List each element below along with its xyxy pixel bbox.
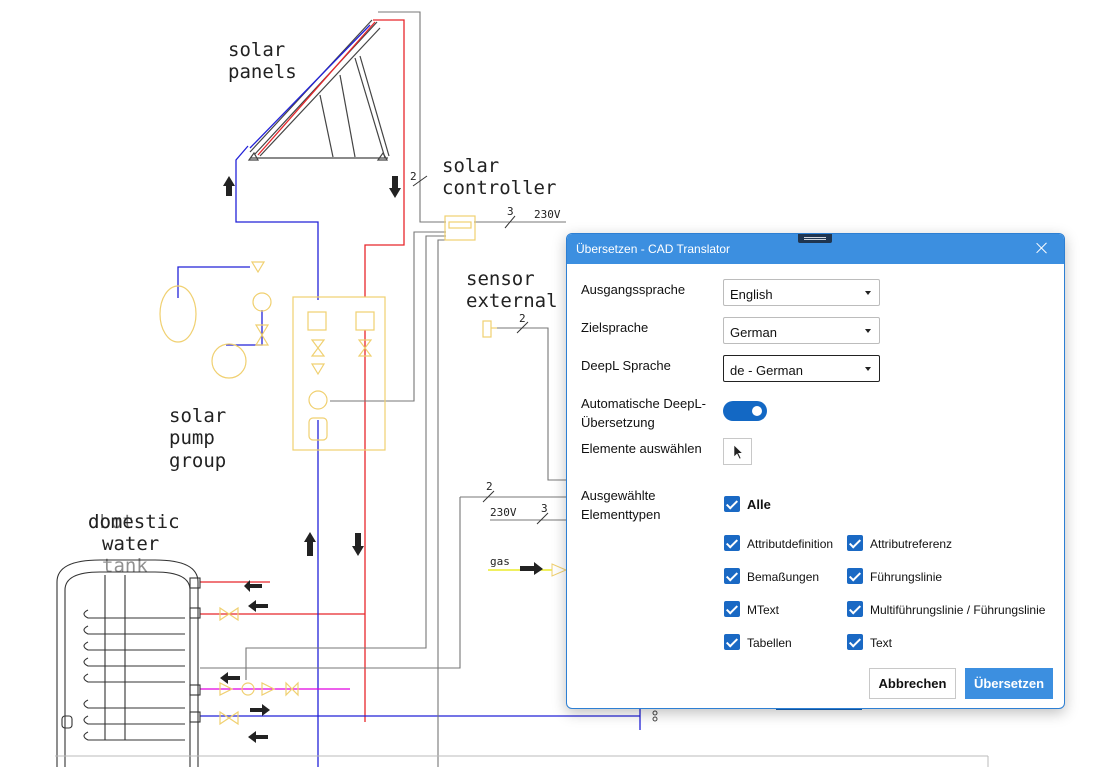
- checkbox-label: Multiführungslinie / Führungslinie: [870, 603, 1046, 617]
- external-sensor-symbol: [482, 320, 497, 338]
- deepl-language-value: de - German: [730, 363, 803, 378]
- checkbox-label: Attributreferenz: [870, 537, 953, 551]
- solar-pump-group-label-line1: solar: [169, 405, 226, 427]
- chevron-down-icon: [865, 291, 871, 295]
- source-language-label: Ausgangssprache: [581, 282, 686, 297]
- checkbox-bemassungen[interactable]: [724, 568, 740, 584]
- checkbox-label: Attributdefinition: [747, 537, 834, 551]
- checkbox-mtext[interactable]: [724, 601, 740, 617]
- cursor-arrow-icon: [733, 444, 744, 460]
- controller-wire-count: 2: [410, 170, 417, 183]
- deepl-language-label: DeepL Sprache: [581, 358, 671, 373]
- checkbox-all[interactable]: [724, 496, 740, 512]
- domestic-water-tank-label-line2: water: [102, 533, 159, 555]
- checkbox-label: MText: [747, 603, 780, 617]
- checkbox-multifuehrungslinie[interactable]: [847, 601, 863, 617]
- solar-panels-label-line1: solar: [228, 39, 285, 61]
- lower-voltage-label: 230V: [490, 506, 517, 519]
- source-language-select[interactable]: English: [723, 279, 880, 306]
- solar-pump-group-label-line2: pump: [169, 427, 215, 449]
- cad-translator-dialog: Übersetzen - CAD Translator Ausgangsspra…: [566, 233, 1065, 709]
- target-language-select[interactable]: German: [723, 317, 880, 344]
- background-fragments: [55, 708, 989, 767]
- drag-handle-icon[interactable]: [798, 234, 832, 243]
- dialog-title-bar[interactable]: Übersetzen - CAD Translator: [567, 234, 1064, 264]
- gas-label: gas: [490, 555, 510, 568]
- lower-wire-count-b: 3: [541, 502, 548, 515]
- element-types-label-line2: Elementtypen: [581, 507, 661, 522]
- sensor-external-label-line1: sensor: [466, 268, 535, 290]
- gas-valve-symbol: [551, 563, 568, 577]
- checkbox-label: Bemaßungen: [747, 570, 820, 584]
- sensor-wire-count: 2: [519, 312, 526, 325]
- domestic-water-tank-symbol: [56, 559, 201, 767]
- checkbox-attributreferenz[interactable]: [847, 535, 863, 551]
- source-language-value: English: [730, 287, 773, 302]
- checkbox-label: Führungslinie: [870, 570, 943, 584]
- supply-pipe: [200, 19, 405, 722]
- lower-wire-count-a: 2: [486, 480, 493, 493]
- select-elements-button[interactable]: [723, 438, 752, 465]
- checkbox-tabellen[interactable]: [724, 634, 740, 650]
- auto-deepl-toggle[interactable]: [723, 401, 767, 421]
- auto-deepl-label-line1: Automatische DeepL-: [581, 396, 707, 411]
- supply-voltage-label: 230V: [534, 208, 561, 221]
- overlap-label: dbot: [88, 511, 134, 533]
- flow-arrows: [220, 176, 401, 743]
- deepl-language-select[interactable]: de - German: [723, 355, 880, 382]
- target-language-label: Zielsprache: [581, 320, 649, 335]
- checkbox-text[interactable]: [847, 634, 863, 650]
- tank-valves: [219, 606, 299, 726]
- solar-pump-group-label-line3: group: [169, 450, 226, 472]
- cancel-button[interactable]: Abbrechen: [869, 668, 956, 699]
- solar-panels-label-line2: panels: [228, 61, 297, 83]
- supply-wire-count: 3: [507, 205, 514, 218]
- domestic-water-tank-label-line3: tank: [102, 555, 148, 577]
- target-language-value: German: [730, 325, 777, 340]
- sensor-external-label-line2: external: [466, 290, 558, 312]
- solar-controller-label-line1: solar: [442, 155, 499, 177]
- auto-deepl-label-line2: Übersetzung: [581, 415, 655, 430]
- checkbox-attributdefinition[interactable]: [724, 535, 740, 551]
- control-wiring: [200, 11, 566, 767]
- solar-controller-label-line2: controller: [442, 177, 556, 199]
- element-types-label-line1: Ausgewählte: [581, 488, 656, 503]
- chevron-down-icon: [865, 329, 871, 333]
- checkbox-label: Text: [870, 636, 893, 650]
- checkbox-fuehrungslinie[interactable]: [847, 568, 863, 584]
- wire-tick-marks: [412, 175, 549, 525]
- checkbox-label: Tabellen: [747, 636, 792, 650]
- checkbox-all-label: Alle: [747, 497, 771, 512]
- solar-controller-symbol: [444, 215, 476, 241]
- close-icon[interactable]: [1034, 240, 1050, 256]
- translate-button[interactable]: Übersetzen: [965, 668, 1053, 699]
- chevron-down-icon: [865, 367, 871, 371]
- gas-arrow-icon: [520, 562, 543, 575]
- dialog-title: Übersetzen - CAD Translator: [576, 242, 731, 256]
- select-elements-label: Elemente auswählen: [581, 441, 702, 456]
- toggle-knob: [752, 406, 762, 416]
